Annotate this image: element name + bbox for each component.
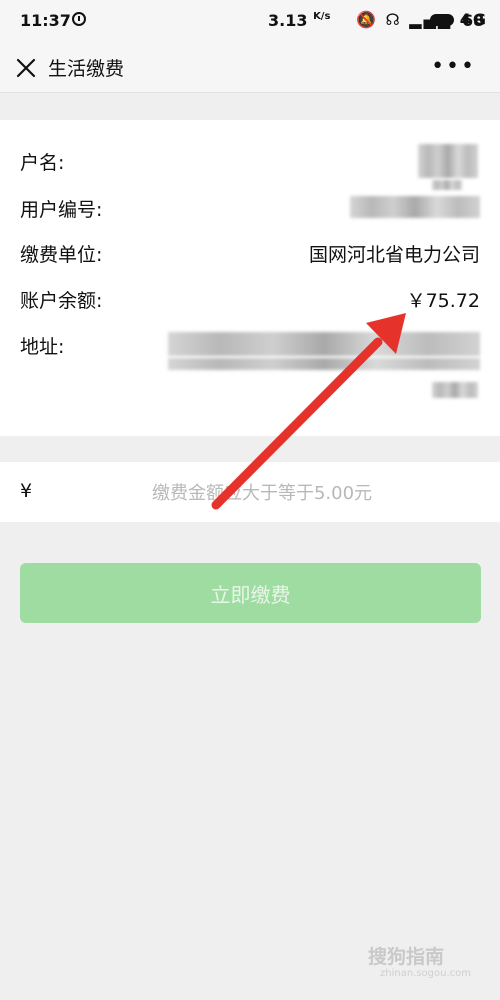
amount-card: ¥ — [0, 462, 500, 522]
redacted-account-name-extra — [432, 180, 462, 190]
network-speed-unit: K/s — [313, 11, 331, 22]
redacted-address-line2 — [168, 358, 480, 370]
battery-percent: 68 — [462, 11, 485, 30]
status-bar: 11:37 3.13 K/s 🔕 ☊ ▂▄▆ 4G 68 — [0, 0, 500, 44]
payee-label: 缴费单位: — [20, 244, 103, 266]
account-number-label: 用户编号: — [20, 199, 103, 221]
redacted-account-name — [418, 144, 478, 178]
redacted-address-line3 — [432, 382, 478, 398]
nav-bar: 生活缴费 ••• — [0, 44, 500, 93]
status-time: 11:37 — [20, 11, 71, 30]
redacted-account-number — [350, 196, 480, 218]
redacted-address-line1 — [168, 332, 480, 356]
account-info-card: 户名: 用户编号: 缴费单位: 国网河北省电力公司 账户余额: ￥75.72 地… — [0, 120, 500, 436]
payee-value: 国网河北省电力公司 — [308, 244, 480, 266]
page-title: 生活缴费 — [48, 58, 125, 80]
payment-amount-input[interactable] — [110, 474, 414, 512]
more-icon[interactable]: ••• — [431, 54, 476, 79]
watermark-logo: 搜狗指南 — [368, 946, 445, 968]
currency-symbol: ¥ — [20, 480, 33, 502]
pay-now-button[interactable]: 立即缴费 — [20, 563, 481, 623]
battery-icon — [430, 14, 454, 26]
close-icon[interactable] — [12, 54, 40, 82]
info-row-account-name: 户名: — [20, 148, 480, 176]
address-label: 地址: — [20, 336, 65, 358]
balance-value: ￥75.72 — [406, 290, 480, 312]
info-row-balance: 账户余额: ￥75.72 — [20, 286, 480, 314]
account-name-label: 户名: — [20, 152, 65, 174]
network-speed: 3.13 K/s — [268, 11, 330, 30]
info-row-payee: 缴费单位: 国网河北省电力公司 — [20, 240, 480, 268]
network-speed-value: 3.13 — [268, 11, 308, 30]
watermark-url: zhinan.sogou.com — [380, 968, 472, 979]
alarm-icon — [72, 12, 86, 26]
balance-label: 账户余额: — [20, 290, 103, 312]
